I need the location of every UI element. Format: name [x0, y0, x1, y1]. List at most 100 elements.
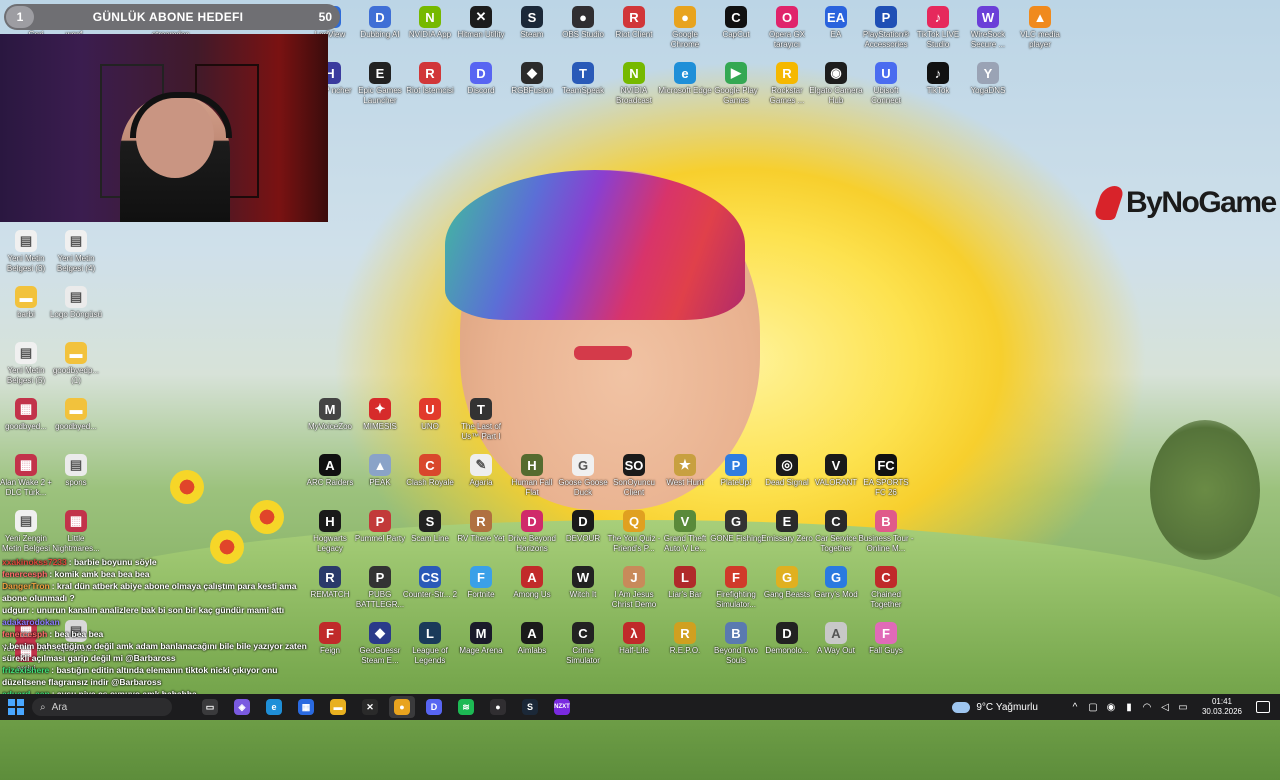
desktop-shortcut[interactable]: ● OBS Studio — [555, 6, 611, 40]
desktop-shortcut[interactable]: ▤ Yeni Metin Belgesi (5) — [0, 342, 54, 385]
taskbar-discord-button[interactable]: D — [421, 696, 447, 718]
desktop-shortcut[interactable]: F Fall Guys — [858, 622, 914, 656]
desktop-shortcut[interactable]: G GONE Fishing — [708, 510, 764, 544]
desktop-shortcut[interactable]: B Beyond Two Souls — [708, 622, 764, 665]
desktop-shortcut[interactable]: A A Way Out — [808, 622, 864, 656]
desktop-shortcut[interactable]: D Drive Beyond Horizons — [504, 510, 560, 553]
desktop-shortcut[interactable]: L Liar's Bar — [657, 566, 713, 600]
weather-widget[interactable]: 9°C Yağmurlu — [952, 701, 1038, 713]
desktop-shortcut[interactable]: Q The You Quiz - Friend's P... — [606, 510, 662, 553]
desktop-shortcut[interactable]: O Opera GX tarayıcı — [759, 6, 815, 49]
desktop-shortcut[interactable]: E Epic Games Launcher — [352, 62, 408, 105]
desktop-shortcut[interactable]: E Emissary Zero — [759, 510, 815, 544]
taskbar-nzxt-button[interactable]: NZXT — [549, 696, 575, 718]
desktop-shortcut[interactable]: R Riot Client — [606, 6, 662, 40]
desktop-shortcut[interactable]: R RV There Yet — [453, 510, 509, 544]
desktop-shortcut[interactable]: N NVIDIA Broadcast — [606, 62, 662, 105]
desktop-shortcut[interactable]: C CapCut — [708, 6, 764, 40]
desktop-shortcut[interactable]: T TeamSpeak — [555, 62, 611, 96]
desktop-shortcut[interactable]: F Fortnite — [453, 566, 509, 600]
desktop-shortcut[interactable]: C Chained Together — [858, 566, 914, 609]
start-button[interactable] — [8, 699, 24, 715]
desktop-shortcut[interactable]: P Pummel Party — [352, 510, 408, 544]
desktop-shortcut[interactable]: D DEVOUR — [555, 510, 611, 544]
desktop-shortcut[interactable]: Y YogaDNS — [960, 62, 1016, 96]
wifi-icon[interactable]: ◠ — [1141, 701, 1153, 713]
desktop-shortcut[interactable]: W WireSock Secure ... — [960, 6, 1016, 49]
desktop-shortcut[interactable]: G Goose Goose Duck — [555, 454, 611, 497]
taskbar-spotify-button[interactable]: ≋ — [453, 696, 479, 718]
desktop-shortcut[interactable]: CS Counter-Str... 2 — [402, 566, 458, 600]
desktop-shortcut[interactable]: M Mage Arena — [453, 622, 509, 656]
desktop-shortcut[interactable]: C Crime Simulator — [555, 622, 611, 665]
desktop-shortcut[interactable]: ▲ PEAK — [352, 454, 408, 488]
desktop-shortcut[interactable]: U UNO — [402, 398, 458, 432]
tray-app-icon[interactable]: ◉ — [1105, 701, 1117, 713]
volume-icon[interactable]: ◁ — [1159, 701, 1171, 713]
desktop-shortcut[interactable]: T The Last of Us™ Part I — [453, 398, 509, 441]
desktop-shortcut[interactable]: EA EA — [808, 6, 864, 40]
desktop-shortcut[interactable]: F Firefighting Simulator... — [708, 566, 764, 609]
microphone-icon[interactable]: ▮ — [1123, 701, 1135, 713]
desktop-shortcut[interactable]: D Discord — [453, 62, 509, 96]
taskbar-file-explorer-button[interactable]: ▬ — [325, 696, 351, 718]
desktop-shortcut[interactable]: ▤ Yeni Metin Belgesi (3) — [0, 230, 54, 273]
desktop-shortcut[interactable]: S Steam — [504, 6, 560, 40]
desktop-shortcut[interactable]: e Microsoft Edge — [657, 62, 713, 96]
desktop-shortcut[interactable]: G Gang Beasts — [759, 566, 815, 600]
desktop-shortcut[interactable]: A Aimlabs — [504, 622, 560, 656]
desktop-shortcut[interactable]: V VALORANT — [808, 454, 864, 488]
desktop-shortcut[interactable]: R R.E.P.O. — [657, 622, 713, 656]
desktop-shortcut[interactable]: ▦ goodbyed... — [0, 398, 54, 432]
desktop-shortcut[interactable]: ▤ spons — [48, 454, 104, 488]
desktop-shortcut[interactable]: D Demonolo... — [759, 622, 815, 656]
desktop-shortcut[interactable]: λ Half-Life — [606, 622, 662, 656]
battery-icon[interactable]: ▭ — [1177, 701, 1189, 713]
desktop-shortcut[interactable]: SO SonOyuncu Client — [606, 454, 662, 497]
desktop-shortcut[interactable]: R Riot İstemcisi — [402, 62, 458, 96]
desktop-shortcut[interactable]: C Car Service Together — [808, 510, 864, 553]
desktop-shortcut[interactable]: ♪ TikTok — [910, 62, 966, 96]
desktop-shortcut[interactable]: ▤ Yeni Zengin Metin Belgesi — [0, 510, 54, 553]
desktop-shortcut[interactable]: ▬ goodbyedp... (1) — [48, 342, 104, 385]
desktop-shortcut[interactable]: ▦ Little Nightmares... — [48, 510, 104, 553]
desktop-shortcut[interactable]: ▶ Google Play Games — [708, 62, 764, 105]
desktop-shortcut[interactable]: C Clash Royale — [402, 454, 458, 488]
chevron-up-icon[interactable]: ^ — [1069, 701, 1081, 713]
taskbar-task-view-button[interactable]: ▭ — [197, 696, 223, 718]
desktop-shortcut[interactable]: V Grand Theft Auto V Le... — [657, 510, 713, 553]
desktop-shortcut[interactable]: H Hogwarts Legacy — [302, 510, 358, 553]
desktop-shortcut[interactable]: P PlayStation® Accessories — [858, 6, 914, 49]
desktop-shortcut[interactable]: M MyVoiceZoo — [302, 398, 358, 432]
desktop-shortcut[interactable]: FC EA SPORTS FC 26 — [858, 454, 914, 497]
desktop-shortcut[interactable]: U Ubisoft Connect — [858, 62, 914, 105]
taskbar-xbox-button[interactable]: ✕ — [357, 696, 383, 718]
desktop-shortcut[interactable]: D Dubbing AI — [352, 6, 408, 40]
desktop-shortcut[interactable]: A Among Us — [504, 566, 560, 600]
desktop-shortcut[interactable]: W Witch It — [555, 566, 611, 600]
desktop-shortcut[interactable]: ▤ Yeni Metin Belgesi (4) — [48, 230, 104, 273]
tray-app-icon[interactable]: ▢ — [1087, 701, 1099, 713]
desktop-shortcut[interactable]: ♪ TikTok LIVE Studio — [910, 6, 966, 49]
desktop-shortcut[interactable]: N NVIDIA App — [402, 6, 458, 40]
desktop-shortcut[interactable]: G Garry's Mod — [808, 566, 864, 600]
taskbar-search[interactable]: ⌕ Ara — [32, 698, 172, 716]
taskbar-copilot-button[interactable]: ◈ — [229, 696, 255, 718]
taskbar-steam-button[interactable]: S — [517, 696, 543, 718]
desktop-shortcut[interactable]: ✕ Hitman Utility — [453, 6, 509, 40]
desktop-shortcut[interactable]: L League of Legends — [402, 622, 458, 665]
desktop-shortcut[interactable]: P PlateUp! — [708, 454, 764, 488]
taskbar-obs-button[interactable]: ● — [485, 696, 511, 718]
desktop-shortcut[interactable]: ▲ VLC media player — [1012, 6, 1068, 49]
desktop-shortcut[interactable]: ★ West Hunt — [657, 454, 713, 488]
desktop-shortcut[interactable]: ✎ Agaria — [453, 454, 509, 488]
taskbar-edge-button[interactable]: e — [261, 696, 287, 718]
taskbar-store-button[interactable]: ▦ — [293, 696, 319, 718]
desktop-shortcut[interactable]: P PUBG BATTLEGR... — [352, 566, 408, 609]
desktop-shortcut[interactable]: ✦ MIMESIS — [352, 398, 408, 432]
desktop-shortcut[interactable]: ▦ Alan Wake 2 + DLC Türk... — [0, 454, 54, 497]
desktop-shortcut[interactable]: ▬ barbi — [0, 286, 54, 320]
taskbar-chrome-button[interactable]: ● — [389, 696, 415, 718]
desktop-shortcut[interactable]: H Human Fall Flat — [504, 454, 560, 497]
desktop-shortcut[interactable]: ◉ Elgato Camera Hub — [808, 62, 864, 105]
